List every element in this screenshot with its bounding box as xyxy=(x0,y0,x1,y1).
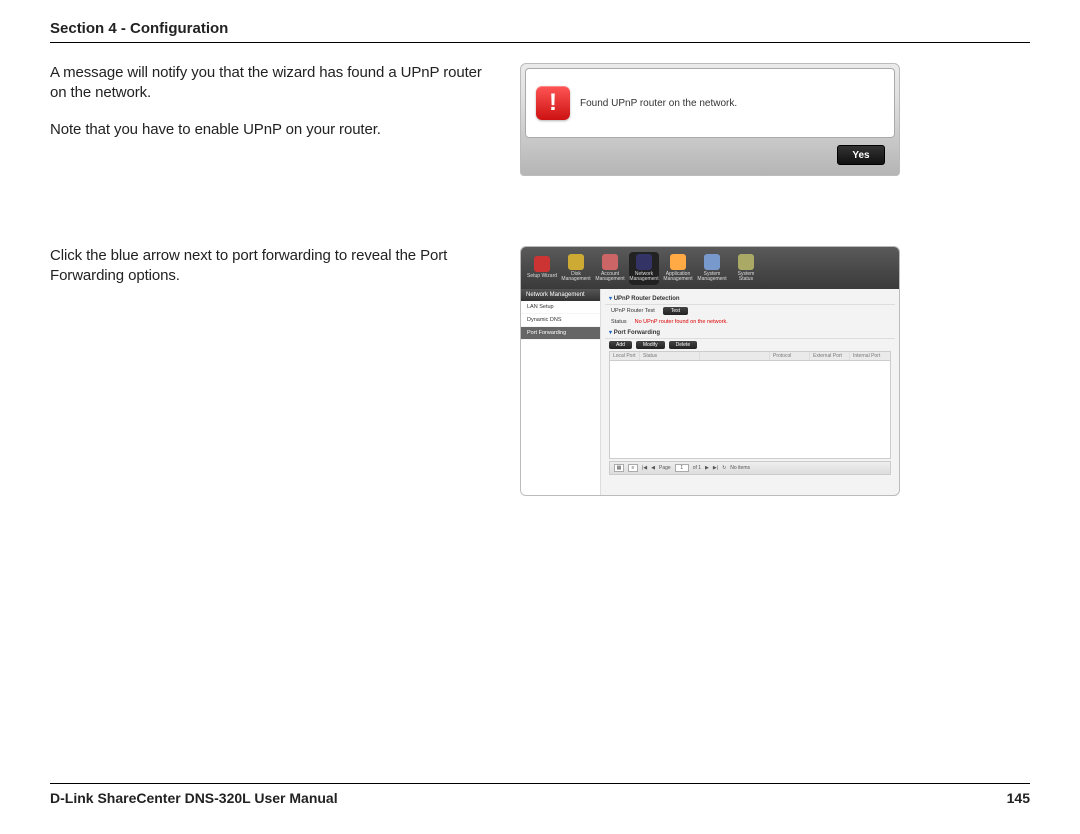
paragraph: A message will notify you that the wizar… xyxy=(50,63,500,104)
screenshot-dialog: ! Found UPnP router on the network. Yes xyxy=(520,63,900,176)
sidebar: Network Management LAN SetupDynamic DNSP… xyxy=(521,289,601,495)
page-number: 145 xyxy=(1007,790,1030,806)
nav-label: Network Management xyxy=(629,272,658,283)
pager-page-input[interactable]: 1 xyxy=(675,464,689,472)
nav-icon xyxy=(636,254,652,270)
paragraph: Note that you have to enable UPnP on you… xyxy=(50,120,500,140)
col-status: Status xyxy=(640,352,700,360)
nav-system-status[interactable]: System Status xyxy=(731,254,761,283)
page-footer: D-Link ShareCenter DNS-320L User Manual … xyxy=(50,783,1030,806)
nav-icon xyxy=(670,254,686,270)
upnp-test-row: UPnP Router Test Test xyxy=(605,305,895,317)
pager-prev-icon[interactable]: ◀ xyxy=(651,465,655,471)
pager: ▦ ≡ |◀ ◀ Page 1 of 1 ▶ ▶| ↻ No items xyxy=(609,461,891,475)
nav-icon xyxy=(602,254,618,270)
col-extport: External Port xyxy=(810,352,850,360)
nav-icon xyxy=(738,254,754,270)
app-nav: Setup Wizard Disk Management Account Manag… xyxy=(521,247,899,289)
content-row-2: Click the blue arrow next to port forwar… xyxy=(50,246,1030,496)
pf-columns: Local Port Status Protocol External Port… xyxy=(610,352,890,361)
pager-of: of 1 xyxy=(693,465,701,471)
main-panel: UPnP Router Detection UPnP Router Test T… xyxy=(601,289,899,495)
status-text: No UPnP router found on the network. xyxy=(635,319,728,325)
nav-label: Application Management xyxy=(663,272,693,283)
sidebar-item-port-forwarding[interactable]: Port Forwarding xyxy=(521,327,600,340)
pager-info: No items xyxy=(730,465,750,471)
pager-first-icon[interactable]: |◀ xyxy=(642,465,647,471)
nav-network-management[interactable]: Network Management xyxy=(629,252,659,285)
delete-button[interactable]: Delete xyxy=(669,341,697,349)
nav-icon xyxy=(568,254,584,270)
nav-label: Setup Wizard xyxy=(527,274,557,280)
nav-setup-wizard[interactable]: Setup Wizard xyxy=(527,256,557,280)
add-button[interactable]: Add xyxy=(609,341,632,349)
yes-button[interactable]: Yes xyxy=(837,145,885,165)
panel-upnp-detection[interactable]: UPnP Router Detection xyxy=(605,293,895,305)
pager-page-label: Page xyxy=(659,465,671,471)
nav-application-management[interactable]: Application Management xyxy=(663,254,693,283)
col-localport: Local Port xyxy=(610,352,640,360)
text-block-1: A message will notify you that the wizar… xyxy=(50,63,500,156)
nav-disk-management[interactable]: Disk Management xyxy=(561,254,591,283)
manual-title: D-Link ShareCenter DNS-320L User Manual xyxy=(50,790,338,806)
screenshot-app: Setup Wizard Disk Management Account Manag… xyxy=(520,246,900,496)
test-button[interactable]: Test xyxy=(663,307,688,315)
paragraph: Click the blue arrow next to port forwar… xyxy=(50,246,500,287)
pager-next-icon[interactable]: ▶ xyxy=(705,465,709,471)
sidebar-title: Network Management xyxy=(521,289,600,301)
upnp-status-row: Status No UPnP router found on the netwo… xyxy=(605,317,895,327)
col-blank xyxy=(700,352,770,360)
pager-list-icon[interactable]: ≡ xyxy=(628,464,638,472)
nav-system-management[interactable]: System Management xyxy=(697,254,727,283)
content-row-1: A message will notify you that the wizar… xyxy=(50,63,1030,176)
sidebar-item-lan-setup[interactable]: LAN Setup xyxy=(521,301,600,314)
label: Status xyxy=(611,319,627,325)
nav-icon xyxy=(534,256,550,272)
text-block-2: Click the blue arrow next to port forwar… xyxy=(50,246,500,303)
upnp-dialog: ! Found UPnP router on the network. Yes xyxy=(520,63,900,176)
nav-label: System Management xyxy=(697,272,727,283)
section-header: Section 4 - Configuration xyxy=(50,20,1030,43)
alert-icon: ! xyxy=(536,86,570,120)
network-management-app: Setup Wizard Disk Management Account Manag… xyxy=(520,246,900,496)
nav-label: Account Management xyxy=(595,272,625,283)
pf-grid: Local Port Status Protocol External Port… xyxy=(609,351,891,459)
modify-button[interactable]: Modify xyxy=(636,341,665,349)
nav-account-management[interactable]: Account Management xyxy=(595,254,625,283)
pager-thumb-icon[interactable]: ▦ xyxy=(614,464,624,472)
label: UPnP Router Test xyxy=(611,308,655,314)
pf-toolbar: Add Modify Delete xyxy=(609,341,891,349)
pager-refresh-icon[interactable]: ↻ xyxy=(722,465,726,471)
dialog-body: ! Found UPnP router on the network. xyxy=(525,68,895,138)
nav-label: System Status xyxy=(731,272,761,283)
dialog-message: Found UPnP router on the network. xyxy=(580,98,737,109)
pager-last-icon[interactable]: ▶| xyxy=(713,465,718,471)
col-intport: Internal Port xyxy=(850,352,890,360)
panel-port-forwarding[interactable]: Port Forwarding xyxy=(605,327,895,339)
nav-label: Disk Management xyxy=(561,272,591,283)
sidebar-item-dynamic-dns[interactable]: Dynamic DNS xyxy=(521,314,600,327)
nav-icon xyxy=(704,254,720,270)
col-protocol: Protocol xyxy=(770,352,810,360)
